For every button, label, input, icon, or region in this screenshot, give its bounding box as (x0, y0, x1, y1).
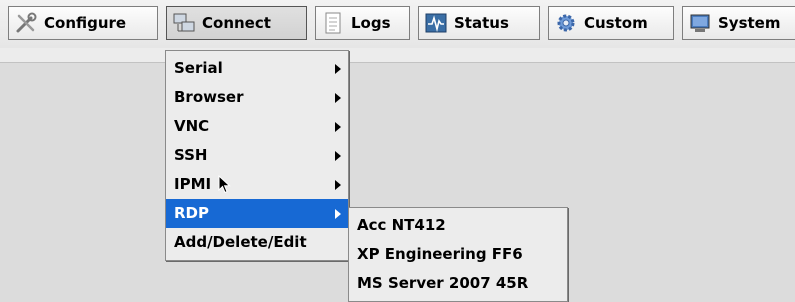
logs-icon (322, 12, 344, 34)
rdp-item-acc-nt412[interactable]: Acc NT412 (349, 211, 567, 240)
menu-item-add-delete-edit[interactable]: Add/Delete/Edit (166, 228, 348, 257)
tools-icon (15, 12, 37, 34)
logs-button[interactable]: Logs (315, 6, 410, 40)
connect-label: Connect (202, 14, 271, 32)
configure-label: Configure (44, 14, 127, 32)
submenu-arrow-icon (335, 209, 341, 219)
logs-label: Logs (351, 14, 391, 32)
connect-icon (173, 12, 195, 34)
custom-label: Custom (584, 14, 648, 32)
content-header-strip (0, 48, 795, 63)
status-icon (425, 12, 447, 34)
toolbar: Configure Connect Logs Status Custom Sys… (0, 0, 795, 49)
gear-icon (555, 12, 577, 34)
menu-item-label: Acc NT412 (357, 216, 446, 234)
rdp-item-ms-server-2007-45r[interactable]: MS Server 2007 45R (349, 269, 567, 298)
submenu-arrow-icon (335, 64, 341, 74)
submenu-arrow-icon (335, 122, 341, 132)
submenu-arrow-icon (335, 93, 341, 103)
configure-button[interactable]: Configure (8, 6, 158, 40)
menu-item-label: MS Server 2007 45R (357, 274, 529, 292)
menu-item-label: IPMI (174, 175, 212, 193)
system-button[interactable]: System (682, 6, 795, 40)
custom-button[interactable]: Custom (548, 6, 674, 40)
menu-item-label: XP Engineering FF6 (357, 245, 523, 263)
mouse-cursor-icon (218, 175, 231, 194)
submenu-arrow-icon (335, 180, 341, 190)
menu-item-rdp[interactable]: RDP (166, 199, 348, 228)
connect-menu: Serial Browser VNC SSH IPMI RDP Add/Dele… (165, 50, 349, 261)
menu-item-serial[interactable]: Serial (166, 54, 348, 83)
menu-item-ssh[interactable]: SSH (166, 141, 348, 170)
connect-button[interactable]: Connect (166, 6, 307, 40)
system-label: System (718, 14, 781, 32)
menu-item-label: Add/Delete/Edit (174, 233, 307, 251)
menu-item-browser[interactable]: Browser (166, 83, 348, 112)
menu-item-label: RDP (174, 204, 209, 222)
menu-item-vnc[interactable]: VNC (166, 112, 348, 141)
menu-item-label: SSH (174, 146, 208, 164)
menu-item-label: VNC (174, 117, 210, 135)
menu-item-label: Serial (174, 59, 223, 77)
rdp-submenu: Acc NT412 XP Engineering FF6 MS Server 2… (348, 207, 568, 302)
status-label: Status (454, 14, 509, 32)
menu-item-label: Browser (174, 88, 244, 106)
menu-item-ipmi[interactable]: IPMI (166, 170, 348, 199)
status-button[interactable]: Status (418, 6, 540, 40)
rdp-item-xp-engineering-ff6[interactable]: XP Engineering FF6 (349, 240, 567, 269)
submenu-arrow-icon (335, 151, 341, 161)
monitor-icon (689, 12, 711, 34)
